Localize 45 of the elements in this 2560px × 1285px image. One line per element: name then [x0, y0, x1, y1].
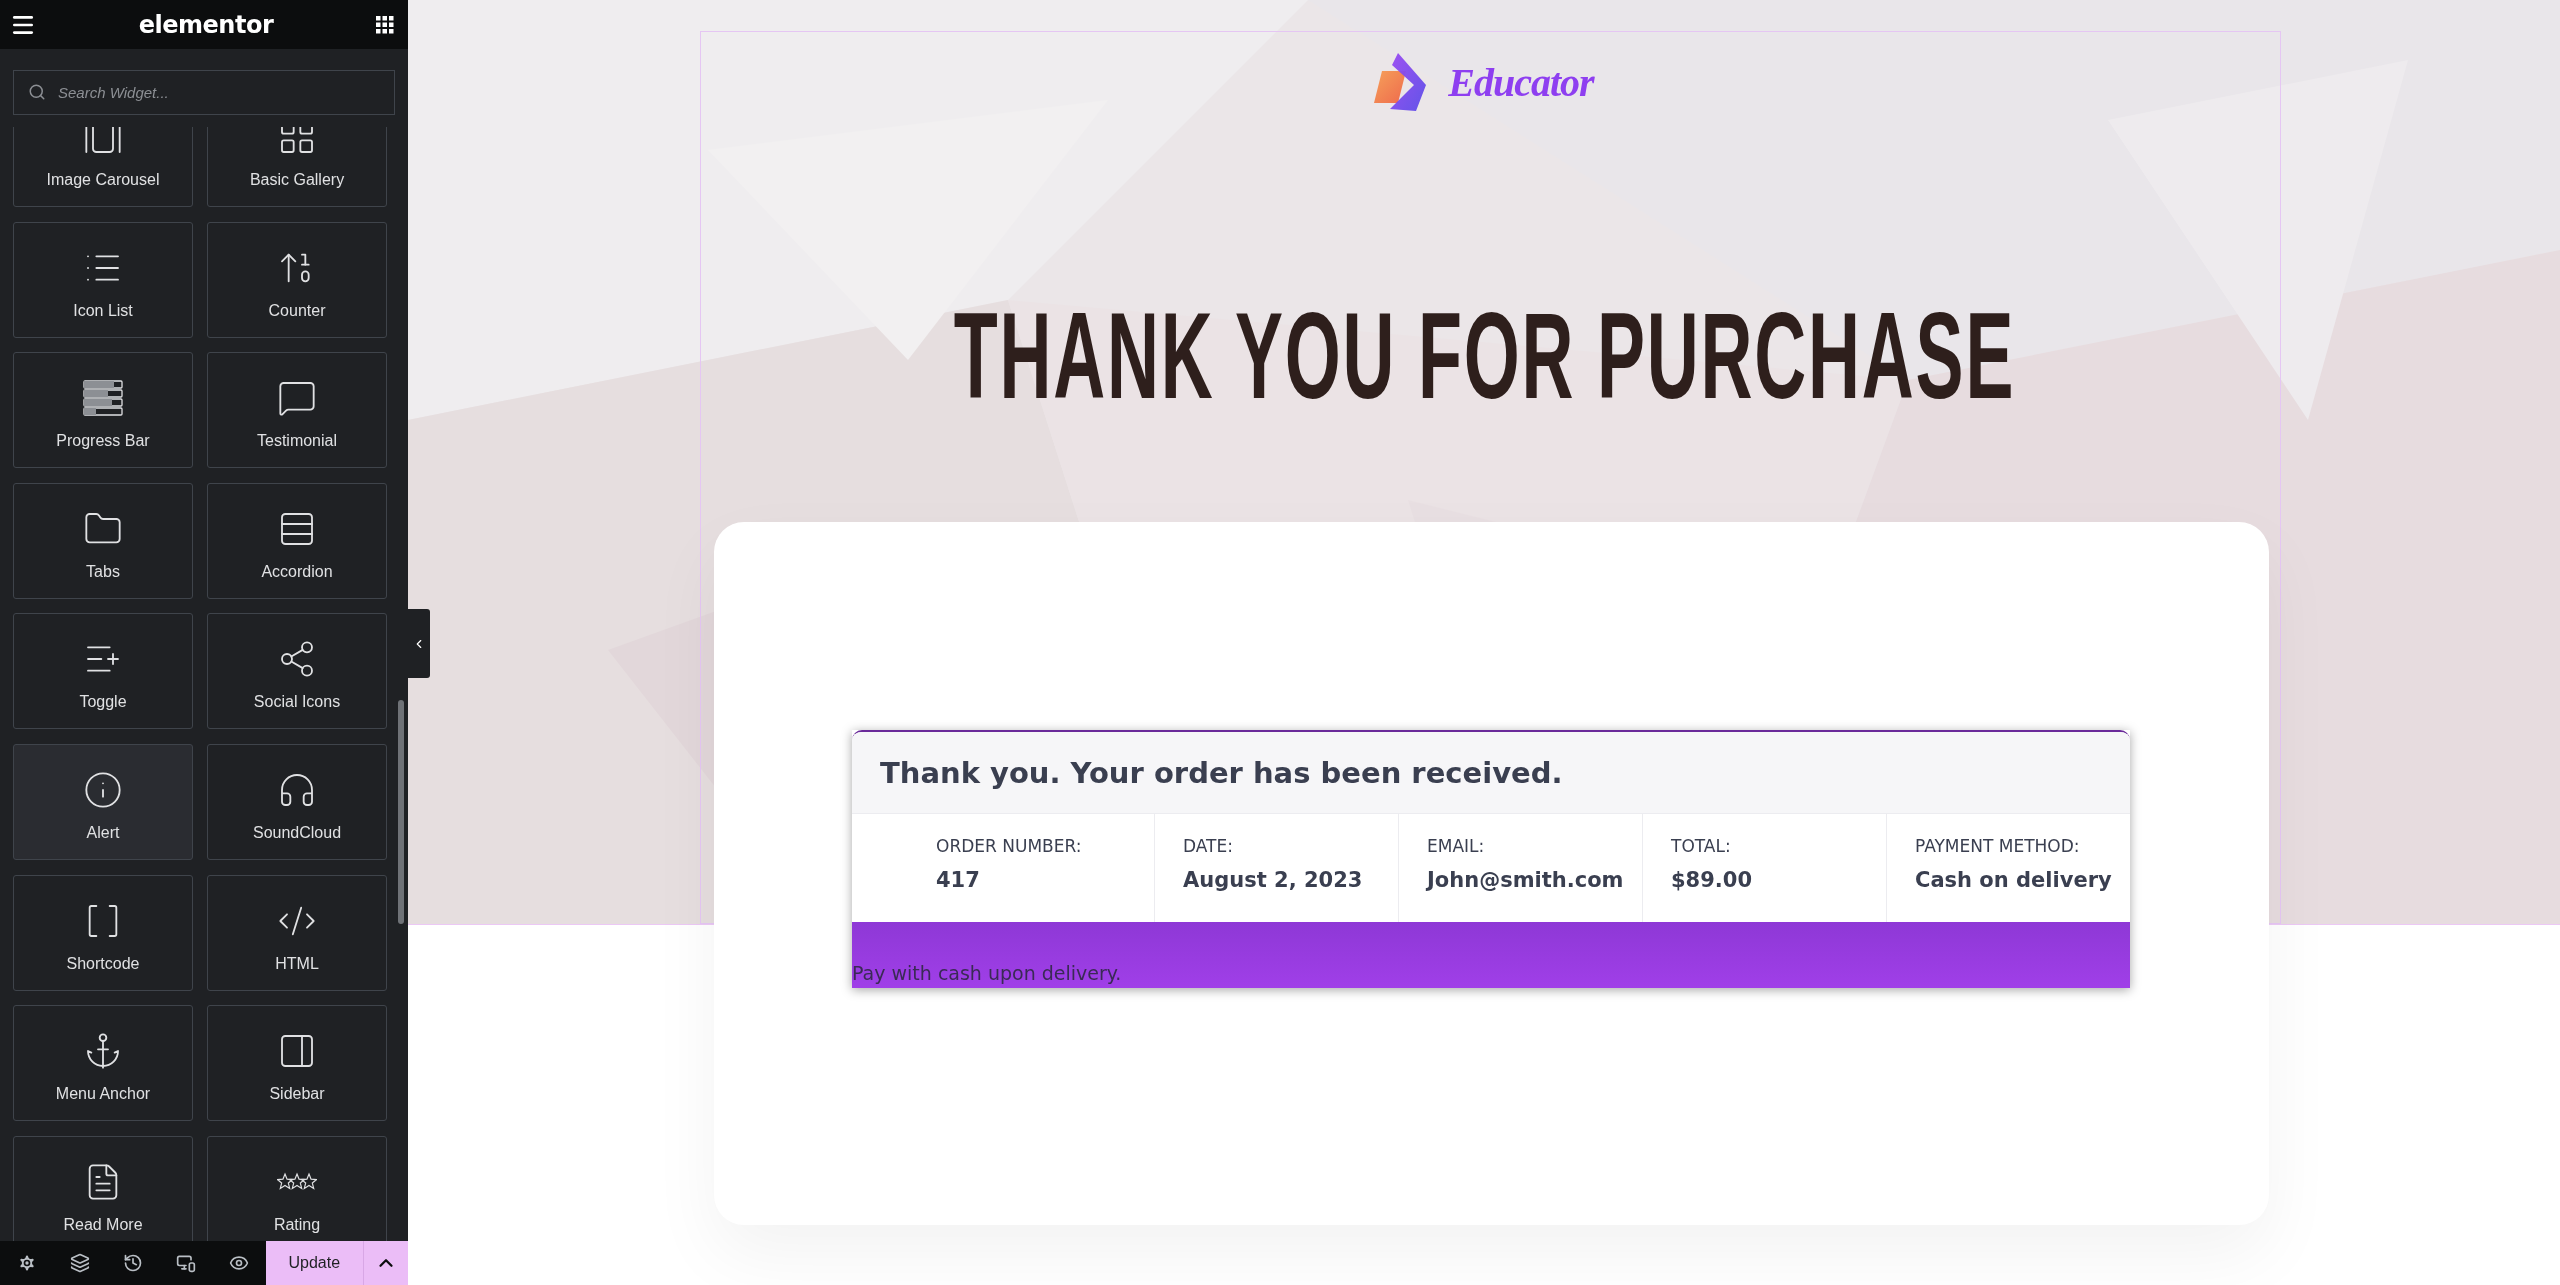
update-button[interactable]: Update [265, 1241, 363, 1285]
info-icon [83, 769, 123, 810]
widget-tile[interactable]: Shortcode [13, 874, 193, 991]
widget-tile[interactable]: Icon List [13, 221, 193, 338]
widget-tile[interactable]: Progress Bar [13, 352, 193, 469]
widget-tile[interactable]: Accordion [207, 482, 387, 599]
panel-title: elementor [138, 10, 274, 39]
detail-label: DATE: [1183, 836, 1234, 856]
detail-value: John@smith.com [1427, 868, 1625, 892]
detail-value: 417 [936, 868, 981, 892]
widget-tile[interactable]: Alert [13, 743, 193, 860]
layers-icon [69, 1253, 90, 1273]
logo-text: Educator [1448, 58, 1594, 106]
scrollbar-thumb[interactable] [398, 700, 404, 924]
widget-tile[interactable]: Sidebar [207, 1005, 387, 1122]
widget-tile[interactable]: Toggle [13, 613, 193, 730]
search-field[interactable]: Search Widget... [13, 70, 395, 115]
widget-tile[interactable]: Social Icons [207, 613, 387, 730]
widget-tile[interactable]: Basic Gallery [207, 127, 387, 207]
widget-tile[interactable]: Tabs [13, 482, 193, 599]
apps-button[interactable] [376, 15, 394, 34]
widget-tile[interactable]: Read More [13, 1135, 193, 1241]
payment-note: Pay with cash upon delivery. [852, 962, 1122, 984]
widget-tile[interactable]: Rating [207, 1135, 387, 1241]
detail-value: Cash on delivery [1915, 868, 2113, 892]
history-icon [122, 1253, 143, 1273]
widget-tile[interactable]: Testimonial [207, 352, 387, 469]
progress-bars-icon [83, 378, 123, 419]
apps-grid-icon [376, 15, 394, 34]
page-heading: THANK YOU FOR PURCHASE [953, 296, 2015, 416]
eye-icon [229, 1253, 250, 1273]
detail-label: PAYMENT METHOD: [1915, 836, 2081, 856]
detail-label: TOTAL: [1671, 836, 1732, 856]
devices-icon [176, 1253, 197, 1273]
widget-tile[interactable]: SoundCloud [207, 743, 387, 860]
widget-tile[interactable]: HTML [207, 874, 387, 991]
detail-value: August 2, 2023 [1183, 868, 1364, 892]
widget-tile[interactable]: Menu Anchor [13, 1005, 193, 1122]
detail-value: $89.00 [1671, 868, 1754, 892]
widget-tile[interactable]: Counter [207, 221, 387, 338]
widget-tile[interactable]: Image Carousel [13, 127, 193, 207]
detail-label: ORDER NUMBER: [936, 836, 1083, 856]
order-confirmation-title: Thank you. Your order has been received. [852, 732, 2130, 813]
search-icon [28, 83, 46, 101]
detail-label: EMAIL: [1427, 836, 1486, 856]
